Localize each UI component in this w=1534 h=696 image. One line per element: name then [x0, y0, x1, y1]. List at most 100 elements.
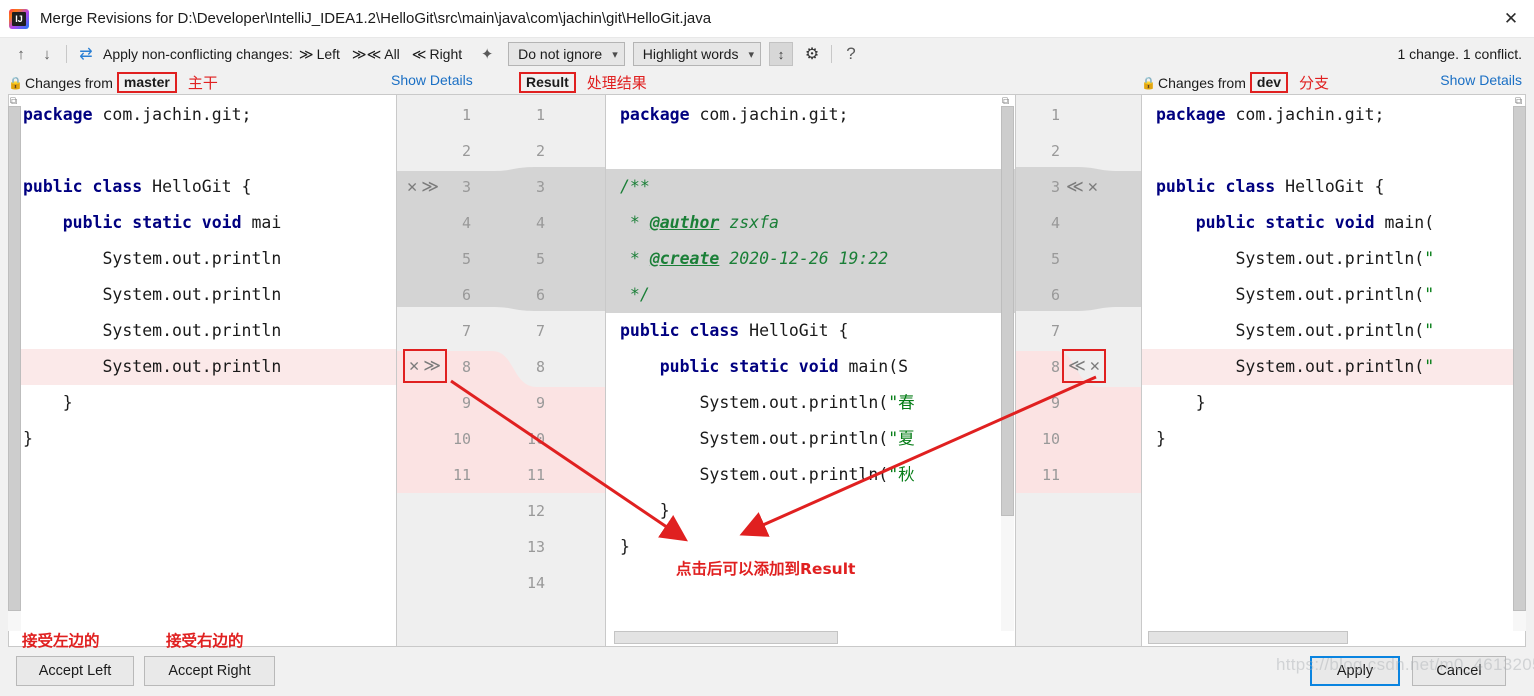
line-number: 11: [452, 466, 471, 484]
line-number: 3: [461, 178, 471, 196]
collapse-unchanged-icon[interactable]: ↕: [768, 42, 793, 66]
code-token: System.out.println: [23, 285, 282, 304]
merge-revisions-window: IJ Merge Revisions for D:\Developer\Inte…: [0, 0, 1534, 696]
code-token: ": [1424, 357, 1435, 376]
line-number: 7: [535, 322, 545, 340]
right-vscrollbar-thumb[interactable]: [1513, 106, 1526, 611]
gear-icon[interactable]: ⚙: [799, 42, 825, 66]
watermark: https://blog.csdn.net/m0_46132054: [1276, 655, 1534, 674]
right-branch-note: 分支: [1299, 74, 1330, 92]
code-token: "秋: [888, 465, 915, 484]
code-token: HelloGit {: [152, 177, 252, 196]
line-number: 2: [535, 142, 545, 160]
code-token: System.out.println: [23, 357, 282, 376]
code-token: package: [620, 105, 700, 124]
code-line: public class HelloGit {: [9, 169, 396, 205]
accept-right-button[interactable]: Accept Right: [144, 656, 275, 686]
apply-right-label: Right: [429, 46, 463, 62]
chevron-down-icon: ▾: [748, 48, 754, 61]
line-number: 5: [535, 250, 545, 268]
code-line: System.out.println(": [1142, 349, 1525, 385]
code-line: System.out.println: [9, 241, 396, 277]
code-line: package com.jachin.git;: [606, 97, 1015, 133]
line-number: 3: [1050, 178, 1060, 196]
code-token: HelloGit {: [1285, 177, 1385, 196]
show-details-right[interactable]: Show Details: [1440, 72, 1522, 88]
code-token: main(S: [848, 357, 909, 376]
code-token: com.jachin.git;: [1235, 105, 1385, 124]
action-icon-second: ≫: [421, 177, 440, 197]
code-token: com.jachin.git;: [699, 105, 849, 124]
code-token: 2020-12-26 19:22: [719, 249, 889, 268]
highlight-policy-select[interactable]: Highlight words ▾: [632, 42, 761, 66]
help-icon[interactable]: ?: [838, 42, 864, 66]
previous-difference-icon[interactable]: ↑: [8, 42, 34, 66]
code-line: public static void mai: [9, 205, 396, 241]
apply-change-action-highlighted[interactable]: ✕ ≫: [403, 349, 448, 383]
code-token: ": [1424, 285, 1435, 304]
apply-left-button[interactable]: ≫ Left: [299, 46, 340, 63]
center-vscrollbar-thumb[interactable]: [1001, 106, 1014, 516]
result-pane-header: Result 处理结果: [519, 72, 647, 93]
code-token: *: [620, 213, 650, 232]
right-pane-header: 🔒 Changes from dev 分支: [1141, 72, 1329, 93]
action-icon-second: ≫: [423, 356, 442, 376]
code-line: public static void main(: [1142, 205, 1525, 241]
code-token: }: [620, 501, 670, 520]
action-icon-first: ≪: [1068, 356, 1086, 376]
apply-nonconflicting-label: Apply non-conflicting changes:: [103, 46, 293, 62]
left-editor-pane[interactable]: package com.jachin.git; public class Hell…: [8, 94, 397, 647]
line-number: 4: [1050, 214, 1060, 232]
apply-changes-icon[interactable]: ⇄: [73, 42, 99, 66]
show-details-left[interactable]: Show Details: [391, 72, 473, 88]
line-number: 6: [535, 286, 545, 304]
ignore-policy-select[interactable]: Do not ignore ▾: [508, 42, 625, 66]
right-editor-pane[interactable]: package com.jachin.git; public class Hell…: [1141, 94, 1526, 647]
code-line: public class HelloGit {: [606, 313, 1015, 349]
line-number: 9: [461, 394, 471, 412]
left-vscrollbar-thumb[interactable]: [8, 106, 21, 611]
center-hscrollbar[interactable]: [614, 631, 838, 644]
line-number: 12: [526, 502, 545, 520]
apply-change-action[interactable]: ≪ ✕: [1066, 169, 1098, 205]
window-title: Merge Revisions for D:\Developer\Intelli…: [40, 10, 712, 27]
code-token: System.out.println(: [1156, 285, 1425, 304]
line-number: 6: [1050, 286, 1060, 304]
accept-left-button[interactable]: Accept Left: [16, 656, 134, 686]
apply-all-label: All: [384, 46, 400, 62]
accept-right-note: 接受右边的: [166, 632, 244, 650]
line-number: 7: [1050, 322, 1060, 340]
code-token: public static void: [620, 357, 849, 376]
right-hscrollbar[interactable]: [1148, 631, 1348, 644]
line-number: 1: [461, 106, 471, 124]
next-difference-icon[interactable]: ↓: [34, 42, 60, 66]
code-token: System.out.println(: [1156, 249, 1425, 268]
code-line: System.out.println("夏: [606, 421, 1015, 457]
close-icon[interactable]: ✕: [1488, 0, 1534, 38]
apply-change-action[interactable]: ✕ ≫: [407, 169, 439, 205]
code-line: System.out.println("秋: [606, 457, 1015, 493]
line-number: 7: [461, 322, 471, 340]
left-changes-label: Changes from: [24, 74, 113, 91]
line-number: 9: [535, 394, 545, 412]
code-line: System.out.println("春: [606, 385, 1015, 421]
code-line: package com.jachin.git;: [1142, 97, 1525, 133]
line-number: 10: [526, 430, 545, 448]
line-number: 3: [535, 178, 545, 196]
pane-headers: 🔒 Changes from master 主干 Show Details Re…: [0, 70, 1534, 94]
apply-all-button[interactable]: ≫≪ All: [352, 46, 400, 63]
line-number: 8: [1050, 358, 1060, 376]
result-label: Result: [519, 72, 576, 93]
apply-right-button[interactable]: ≪ Right: [412, 46, 462, 63]
code-line: public static void main(S: [606, 349, 1015, 385]
line-number: 8: [461, 358, 471, 376]
right-changes-label: Changes from: [1157, 74, 1246, 91]
code-token: @create: [649, 249, 720, 268]
code-line: System.out.println(": [1142, 241, 1525, 277]
apply-change-action-highlighted[interactable]: ≪ ✕: [1062, 349, 1107, 383]
code-line: /**: [606, 169, 1015, 205]
collapse-glyph: ↕: [777, 46, 785, 62]
magic-resolve-icon[interactable]: ✦: [474, 42, 500, 66]
